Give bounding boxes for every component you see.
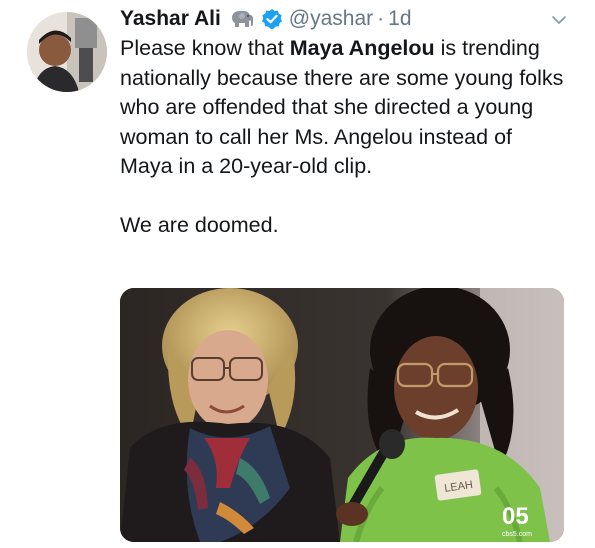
channel-logo-number: 05 — [502, 503, 529, 530]
channel-logo-sub: cbs5.com — [502, 531, 532, 538]
tweet-body: Please know that Maya Angelou is trendin… — [120, 34, 570, 240]
author-handle[interactable]: @yashar — [289, 7, 373, 31]
author-display-name[interactable]: Yashar Ali — [120, 7, 221, 31]
avatar[interactable] — [27, 12, 107, 92]
tweet-text-bold-name: Maya Angelou — [289, 36, 435, 60]
tweet[interactable]: Yashar Ali @yashar · 1d Please know that… — [0, 0, 595, 548]
channel-logo: 05 cbs5.com — [502, 503, 532, 538]
verified-badge-icon — [261, 8, 283, 30]
separator-dot: · — [377, 7, 385, 30]
tweet-text: Please know that Maya Angelou is trendin… — [120, 34, 570, 182]
tweet-timestamp[interactable]: 1d — [388, 7, 411, 31]
tweet-closing-line: We are doomed. — [120, 212, 279, 237]
tweet-media-image[interactable]: LEAH 05 cbs5.com — [120, 288, 564, 542]
chevron-down-icon[interactable] — [549, 10, 569, 30]
tweet-text-part1: Please know that — [120, 36, 290, 60]
tweet-header: Yashar Ali @yashar · 1d — [120, 4, 412, 34]
elephant-emoji-icon — [229, 9, 255, 29]
